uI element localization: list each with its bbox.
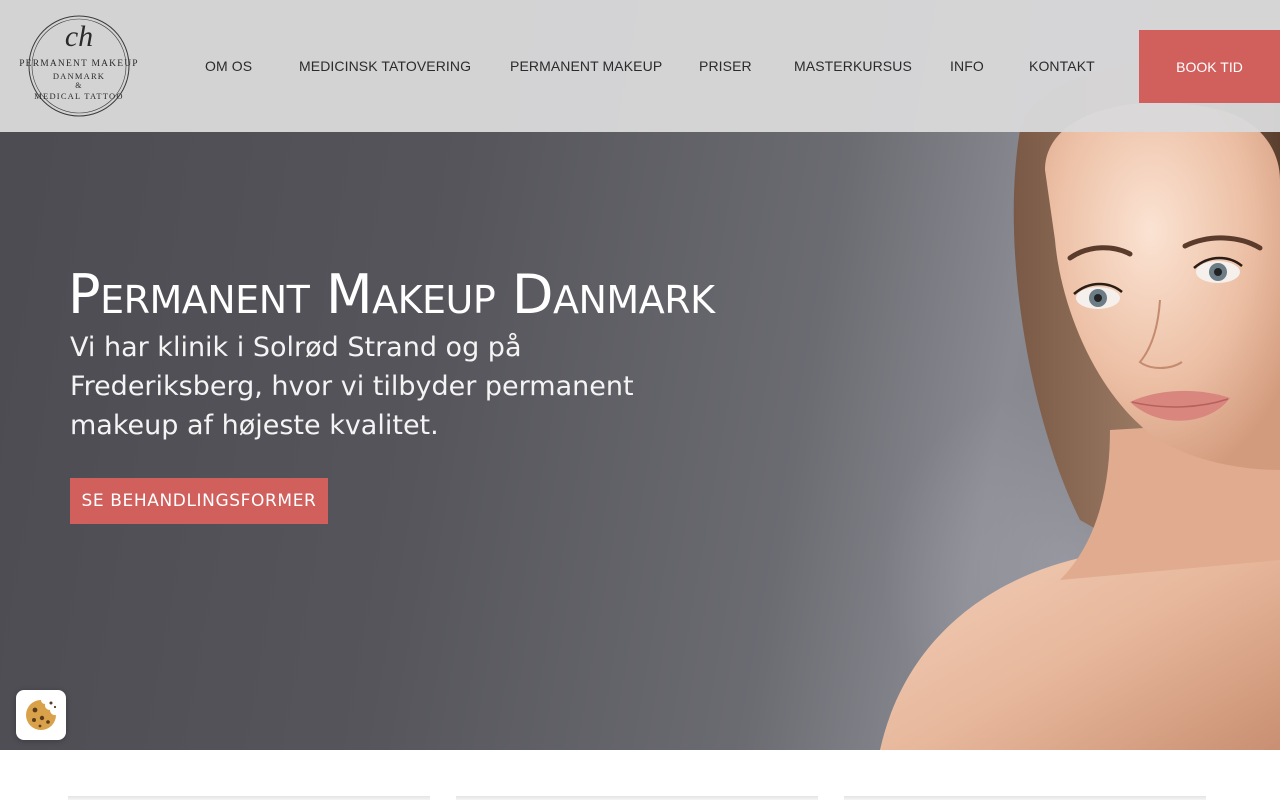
main-nav: OM OS MEDICINSK TATOVERING PERMANENT MAK… [0, 0, 1280, 132]
nav-masterkursus[interactable]: MASTERKURSUS [794, 58, 912, 74]
nav-om-os[interactable]: OM OS [205, 58, 252, 74]
book-appointment-button[interactable]: BOOK TID [1139, 30, 1280, 103]
treatments-cta-button[interactable]: SE BEHANDLINGSFORMER [70, 478, 328, 524]
service-card [456, 796, 818, 800]
nav-medicinsk-tatovering[interactable]: MEDICINSK TATOVERING [299, 58, 471, 74]
service-card [844, 796, 1206, 800]
nav-priser[interactable]: PRISER [699, 58, 752, 74]
cookie-settings-button[interactable] [16, 690, 66, 740]
service-card [68, 796, 430, 800]
site-header: ch PERMANENT MAKEUP DANMARK & MEDICAL TA… [0, 0, 1280, 132]
nav-info[interactable]: INFO [950, 58, 984, 74]
nav-kontakt[interactable]: KONTAKT [1029, 58, 1095, 74]
cookie-icon [26, 700, 57, 730]
hero-title: Permanent Makeup Danmark [68, 263, 715, 326]
nav-permanent-makeup[interactable]: PERMANENT MAKEUP [510, 58, 662, 74]
hero-subtitle: Vi har klinik i Solrød Strand og på Fred… [70, 332, 634, 441]
